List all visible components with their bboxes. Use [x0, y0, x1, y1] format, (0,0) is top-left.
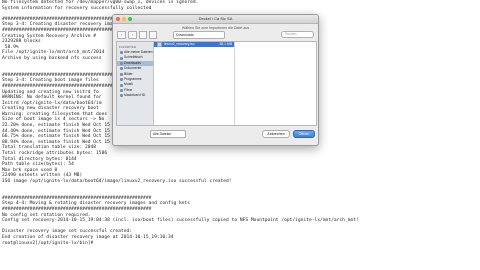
- preview-column: [235, 42, 316, 125]
- cancel-button[interactable]: Abbrechen: [262, 130, 290, 138]
- folder-icon: [120, 67, 123, 71]
- forward-button[interactable]: ›: [128, 30, 137, 39]
- folder-icon: [120, 72, 123, 76]
- file-size: 38,1 MB: [219, 42, 232, 46]
- terminal-line: root@linuxv2[/opt/ignite-lx/bin]#: [2, 240, 97, 246]
- file-open-dialog: Deckel / Ca Sic SA Wählen Sie zum Import…: [112, 14, 319, 146]
- folder-icon: [120, 56, 123, 60]
- folder-icon: [120, 51, 123, 55]
- dialog-title: Deckel / Ca Sic SA: [198, 16, 233, 21]
- folder-icon: [120, 83, 123, 87]
- folder-icon: [120, 78, 123, 82]
- folder-icon: [120, 88, 123, 92]
- format-popup[interactable]: Alle Dateien: [150, 130, 186, 138]
- open-button[interactable]: Öffnen: [293, 130, 315, 138]
- folder-icon: [120, 61, 123, 65]
- sidebar-item-label: Macintosh HD: [124, 93, 146, 98]
- dialog-sidebar: FAVORITEN Alle meine Dateien Schreibtisch…: [117, 42, 154, 125]
- view-column-icon[interactable]: [149, 30, 157, 39]
- dialog-footer: Alle Dateien Abbrechen Öffnen: [116, 127, 315, 141]
- search-field[interactable]: Suchen: [281, 31, 314, 38]
- location-popup[interactable]: Downloads: [173, 30, 225, 39]
- file-column: linuxv2_recovery.iso 38,1 MB: [154, 42, 235, 125]
- folder-icon: [120, 94, 123, 98]
- dialog-toolbar: ‹ › Downloads Suchen: [113, 30, 318, 39]
- file-name: linuxv2_recovery.iso: [164, 42, 195, 46]
- disk-image-icon: [157, 42, 162, 47]
- file-row[interactable]: linuxv2_recovery.iso 38,1 MB: [154, 42, 234, 47]
- browser-panes: FAVORITEN Alle meine Dateien Schreibtisch…: [116, 41, 317, 126]
- view-list-icon[interactable]: [139, 30, 147, 39]
- back-button[interactable]: ‹: [117, 30, 126, 39]
- sidebar-item[interactable]: Macintosh HD: [117, 93, 153, 98]
- dialog-titlebar: Deckel / Ca Sic SA: [113, 15, 318, 24]
